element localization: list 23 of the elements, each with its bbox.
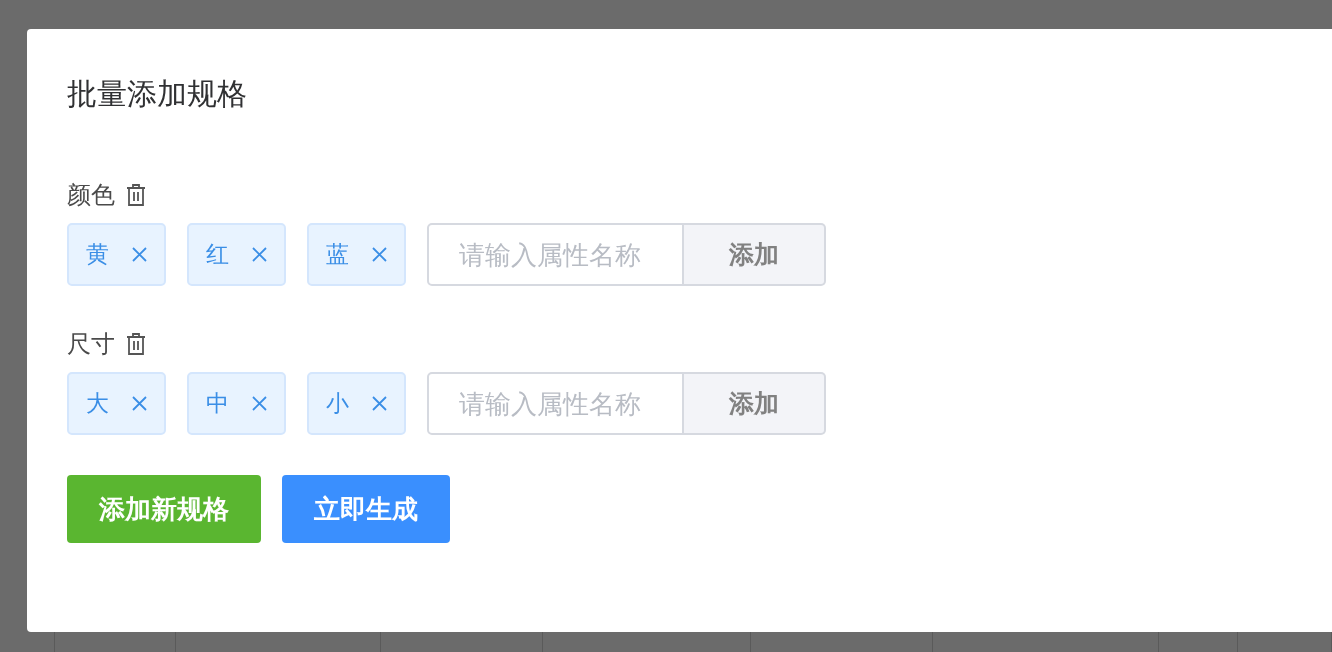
spec-name: 尺寸: [67, 329, 115, 360]
tag-label: 小: [325, 389, 349, 418]
close-icon[interactable]: [250, 395, 268, 412]
add-spec-button[interactable]: 添加新规格: [67, 475, 261, 543]
input-field[interactable]: 请输入属性名称: [427, 372, 684, 435]
tag-label: 大: [85, 389, 109, 418]
close-icon[interactable]: [250, 246, 268, 263]
add-button[interactable]: 添加: [684, 372, 826, 435]
close-icon[interactable]: [370, 395, 388, 412]
tag-label: 黄: [85, 240, 109, 269]
add-button[interactable]: 添加: [684, 223, 826, 286]
trash-icon[interactable]: [125, 183, 147, 207]
trash-icon[interactable]: [125, 332, 147, 356]
spec-name: 颜色: [67, 180, 115, 211]
tag-label: 中: [205, 389, 229, 418]
generate-button[interactable]: 立即生成: [282, 475, 450, 543]
close-icon[interactable]: [130, 395, 148, 412]
close-icon[interactable]: [130, 246, 148, 263]
input-field[interactable]: 请输入属性名称: [427, 223, 684, 286]
tag-label: 蓝: [325, 240, 349, 269]
tag-label: 红: [205, 240, 229, 269]
close-icon[interactable]: [370, 246, 388, 263]
dialog-title: 批量添加规格: [67, 79, 248, 113]
